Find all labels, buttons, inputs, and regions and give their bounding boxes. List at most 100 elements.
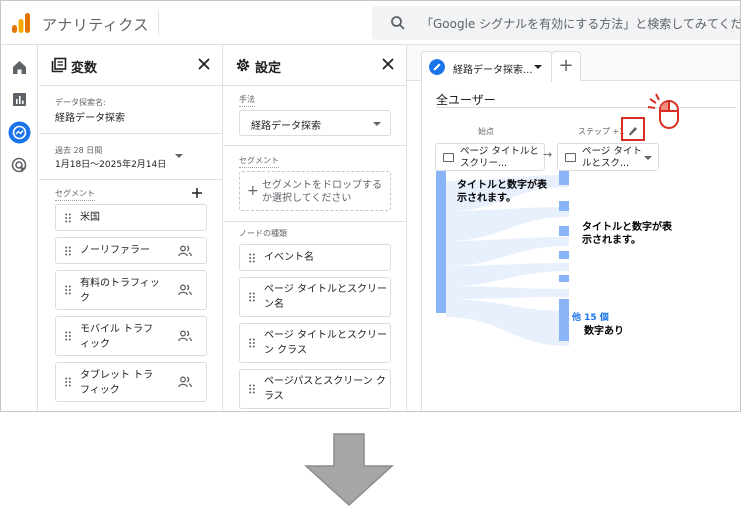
drag-handle-icon — [249, 384, 255, 394]
drag-handle-icon — [65, 213, 71, 222]
drag-handle-icon — [249, 292, 255, 302]
flow-bar-step[interactable] — [559, 275, 569, 282]
settings-panel: 設定 手法 経路データ探索 セグメント + セグメントをドロップするか選択してく… — [223, 45, 407, 411]
segment-drop-text: セグメントをドロップするか選択してください — [262, 180, 382, 204]
table-icon — [565, 153, 576, 162]
plus-icon: + — [247, 183, 259, 199]
node-type-chip[interactable]: ページ タイトルとスクリーン名 — [239, 277, 391, 317]
variables-panel: 変数 データ探索名: 経路データ探索 過去 28 日間 1月18日〜2025年2… — [39, 45, 223, 411]
drag-handle-icon — [65, 285, 71, 295]
segment-label: 有料のトラフィック — [80, 278, 160, 304]
start-node-select[interactable]: ページ タイトルとスクリー... — [435, 143, 545, 171]
step-node-text: ページ タイトルとスク... — [582, 146, 642, 169]
mouse-click-icon — [647, 93, 679, 129]
search-input[interactable]: 「Google シグナルを有効にする方法」と検索してみてください — [421, 15, 740, 32]
segment-label: ノーリファラー — [80, 245, 150, 256]
search-bar[interactable]: 「Google シグナルを有効にする方法」と検索してみてください — [372, 6, 740, 40]
flow-bar-step[interactable] — [559, 201, 569, 211]
node-type-chip[interactable]: ページパスとスクリーン クラス — [239, 369, 391, 409]
segment-label: モバイル トラフィック — [80, 324, 154, 350]
flow-bar-step[interactable] — [559, 251, 569, 259]
segment-chip[interactable]: ノーリファラー — [55, 237, 207, 264]
app-title: アナリティクス — [42, 16, 149, 34]
annotation-start: タイトルと数字が表示されます。 — [457, 180, 547, 204]
node-type-text: ページ タイトルとスクリーン クラス — [264, 330, 387, 356]
node-type-text: ページパスとスクリーン クラス — [264, 376, 386, 402]
start-column-label: 始点 — [478, 127, 494, 136]
top-bar: アナリティクス 「Google シグナルを有効にする方法」と検索してみてください — [1, 1, 740, 45]
segment-label: 米国 — [80, 212, 100, 223]
drag-handle-icon — [249, 253, 255, 262]
home-icon[interactable] — [11, 59, 28, 76]
path-chart-area: 全ユーザー 始点 ステップ +1 ページ タイトルとスクリー... → ページ … — [421, 81, 740, 411]
flow-bar-step[interactable] — [559, 226, 569, 236]
search-icon — [391, 16, 405, 30]
chevron-down-icon — [644, 156, 652, 160]
drag-handle-icon — [249, 338, 255, 348]
segments-label: セグメント — [55, 188, 95, 201]
flow-bar-more[interactable] — [559, 299, 569, 341]
flow-bar-start[interactable] — [436, 171, 446, 313]
chevron-down-icon — [175, 154, 183, 158]
users-icon — [178, 330, 192, 342]
advertising-icon[interactable] — [11, 157, 28, 174]
exploration-name-field[interactable]: 経路データ探索 — [55, 109, 125, 124]
divider — [39, 85, 222, 86]
date-range-picker[interactable]: 過去 28 日間 1月18日〜2025年2月14日 — [55, 145, 205, 171]
gear-icon — [236, 58, 250, 72]
table-icon — [443, 153, 454, 162]
divider — [223, 221, 406, 222]
segment-dropzone[interactable]: + セグメントをドロップするか選択してください — [239, 171, 391, 211]
left-nav-rail — [1, 45, 38, 411]
segment-chip[interactable]: タブレット トラフィック — [55, 362, 207, 402]
segment-chip[interactable]: 有料のトラフィック — [55, 270, 207, 310]
node-type-chip[interactable]: イベント名 — [239, 244, 391, 271]
close-icon[interactable] — [380, 56, 396, 72]
explore-icon[interactable] — [8, 121, 31, 144]
highlight-box — [621, 117, 645, 141]
chevron-down-icon[interactable] — [534, 65, 542, 69]
technique-label: 手法 — [239, 94, 255, 107]
node-type-label: ノードの種類 — [239, 229, 287, 238]
arrow-right-icon: → — [543, 148, 553, 161]
date-range-label: 過去 28 日間 — [55, 146, 103, 155]
path-exploration-icon — [429, 59, 445, 75]
variables-icon — [51, 57, 67, 73]
exploration-canvas: 経路データ探索... + 全ユーザー 始点 ステップ +1 ページ タイトルとス… — [407, 45, 740, 411]
drag-handle-icon — [65, 331, 71, 341]
reports-icon[interactable] — [11, 91, 28, 108]
technique-select[interactable]: 経路データ探索 — [239, 110, 391, 136]
tab-label: 経路データ探索... — [453, 65, 533, 76]
more-nodes-label[interactable]: 他 15 個 — [572, 310, 609, 323]
add-tab-button[interactable]: + — [551, 51, 581, 81]
users-icon — [178, 245, 192, 256]
divider — [436, 107, 736, 108]
start-node-text: ページ タイトルとスクリー... — [460, 146, 539, 169]
users-icon — [178, 284, 192, 296]
divider — [39, 133, 222, 134]
node-type-chip[interactable]: ページ タイトルとスクリーン クラス — [239, 323, 391, 363]
annotation-more: 数字あり — [584, 326, 624, 337]
add-segment-icon[interactable] — [191, 187, 203, 199]
tab-bar: 経路データ探索... + — [407, 45, 740, 82]
tab-path-exploration[interactable]: 経路データ探索... — [421, 51, 552, 82]
segment-chip[interactable]: モバイル トラフィック — [55, 316, 207, 356]
step-column-label: ステップ +1 — [578, 127, 625, 136]
step-node-select[interactable]: ページ タイトルとスク... — [557, 143, 659, 171]
topbar-divider — [158, 11, 159, 35]
divider — [39, 179, 222, 180]
flow-bar-step[interactable] — [559, 171, 569, 185]
segment-label: セグメント — [239, 155, 279, 168]
segment-title: 全ユーザー — [436, 93, 496, 107]
analytics-logo[interactable] — [10, 12, 32, 34]
node-type-text: ページ タイトルとスクリーン名 — [264, 284, 387, 310]
exploration-name-label: データ探索名: — [55, 98, 106, 107]
close-icon[interactable] — [196, 56, 212, 72]
variables-header: 変数 — [39, 45, 222, 85]
annotation-step: タイトルと数字が表示されます。 — [582, 222, 672, 246]
divider — [223, 145, 406, 146]
drag-handle-icon — [65, 246, 71, 255]
divider — [223, 85, 406, 86]
settings-title: 設定 — [255, 61, 282, 76]
segment-chip[interactable]: 米国 — [55, 204, 207, 231]
